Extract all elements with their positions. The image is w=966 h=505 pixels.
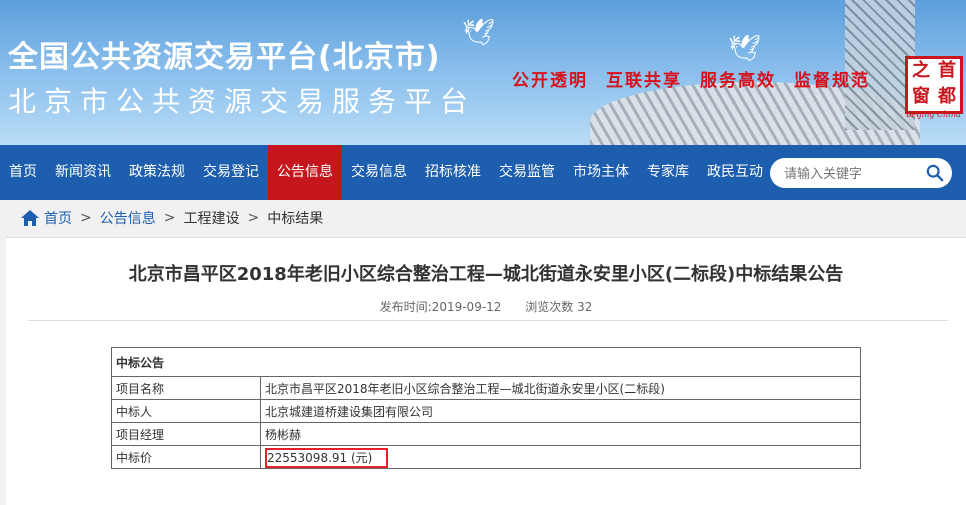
breadcrumb-engineering[interactable]: 工程建设 — [183, 208, 239, 228]
dove-icon: 🕊 — [728, 34, 762, 64]
slogan: 互联共享 — [606, 71, 682, 91]
breadcrumb: 首页 > 公告信息 > 工程建设 > 中标结果 — [20, 208, 323, 228]
nav-item-interaction[interactable]: 政民互动 — [698, 145, 772, 200]
seal-char: 之 — [912, 60, 930, 81]
search-input[interactable] — [782, 163, 926, 185]
table-row: 项目名称 北京市昌平区2018年老旧小区综合整治工程—城北街道永安里小区(二标段… — [111, 376, 861, 400]
table-heading: 中标公告 — [111, 347, 861, 377]
nav-item-tender-approval[interactable]: 招标核准 — [416, 145, 490, 200]
publish-time: 发布时间:2019-09-12 — [379, 300, 502, 314]
divider — [28, 320, 948, 321]
nav-item-announcements[interactable]: 公告信息 — [268, 145, 342, 200]
table-key: 项目名称 — [111, 376, 261, 400]
article-panel: 北京市昌平区2018年老旧小区综合整治工程—城北街道永安里小区(二标段)中标结果… — [6, 237, 966, 505]
breadcrumb-current: 中标结果 — [267, 211, 324, 227]
dove-icon: 🕊 — [462, 18, 496, 48]
article-meta: 发布时间:2019-09-12 浏览次数 32 — [6, 298, 966, 315]
table-key: 项目经理 — [111, 422, 261, 446]
table-key: 中标价 — [111, 445, 261, 469]
table-key: 中标人 — [111, 399, 261, 423]
search-icon[interactable] — [926, 164, 944, 182]
nav-item-home[interactable]: 首页 — [0, 145, 46, 200]
table-value: 北京城建道桥建设集团有限公司 — [260, 399, 861, 423]
breadcrumb-announcements[interactable]: 公告信息 — [100, 208, 156, 228]
breadcrumb-separator: > — [163, 210, 176, 226]
nav-item-experts[interactable]: 专家库 — [638, 145, 698, 200]
table-row: 中标公告 — [111, 347, 861, 377]
slogan: 公开透明 — [512, 71, 588, 91]
breadcrumb-separator: > — [80, 210, 92, 226]
capital-window-logo: 之 首 窗 都 — [905, 56, 963, 114]
logo-caption: Beijing China — [906, 110, 961, 119]
nav-item-trade-info[interactable]: 交易信息 — [342, 145, 416, 200]
slogan: 服务高效 — [700, 71, 776, 91]
slogan: 监督规范 — [794, 71, 870, 91]
breadcrumb-separator: > — [247, 210, 260, 226]
bid-price-highlight: 22553098.91 (元) — [265, 447, 389, 468]
search-box — [770, 158, 952, 188]
site-title-main: 全国公共资源交易平台(北京市) — [8, 40, 441, 75]
nav-item-supervision[interactable]: 交易监管 — [490, 145, 564, 200]
seal-char: 都 — [938, 86, 956, 107]
award-table: 中标公告 项目名称 北京市昌平区2018年老旧小区综合整治工程—城北街道永安里小… — [111, 347, 861, 469]
slogans: 公开透明 互联共享 服务高效 监督规范 — [512, 66, 870, 91]
article-title: 北京市昌平区2018年老旧小区综合整治工程—城北街道永安里小区(二标段)中标结果… — [128, 264, 844, 285]
breadcrumb-home[interactable]: 首页 — [44, 208, 72, 228]
table-value: 22553098.91 (元) — [260, 445, 861, 469]
nav-item-policy[interactable]: 政策法规 — [120, 145, 194, 200]
nav-item-registration[interactable]: 交易登记 — [194, 145, 268, 200]
seal-char: 首 — [938, 60, 956, 81]
table-value: 北京市昌平区2018年老旧小区综合整治工程—城北街道永安里小区(二标段) — [260, 376, 861, 400]
nav-item-market-entities[interactable]: 市场主体 — [564, 145, 638, 200]
site-title-sub: 北京市公共资源交易服务平台 — [8, 85, 477, 118]
view-count: 浏览次数 32 — [525, 300, 593, 314]
table-row: 中标人 北京城建道桥建设集团有限公司 — [111, 399, 861, 423]
seal-char: 窗 — [912, 86, 930, 107]
header-banner: 🕊 🕊 全国公共资源交易平台(北京市) 北京市公共资源交易服务平台 公开透明 互… — [0, 0, 966, 145]
table-row: 项目经理 杨彬赫 — [111, 422, 861, 446]
table-value: 杨彬赫 — [260, 422, 861, 446]
nav-item-news[interactable]: 新闻资讯 — [46, 145, 120, 200]
table-row: 中标价 22553098.91 (元) — [111, 445, 861, 469]
home-icon[interactable] — [20, 209, 40, 227]
